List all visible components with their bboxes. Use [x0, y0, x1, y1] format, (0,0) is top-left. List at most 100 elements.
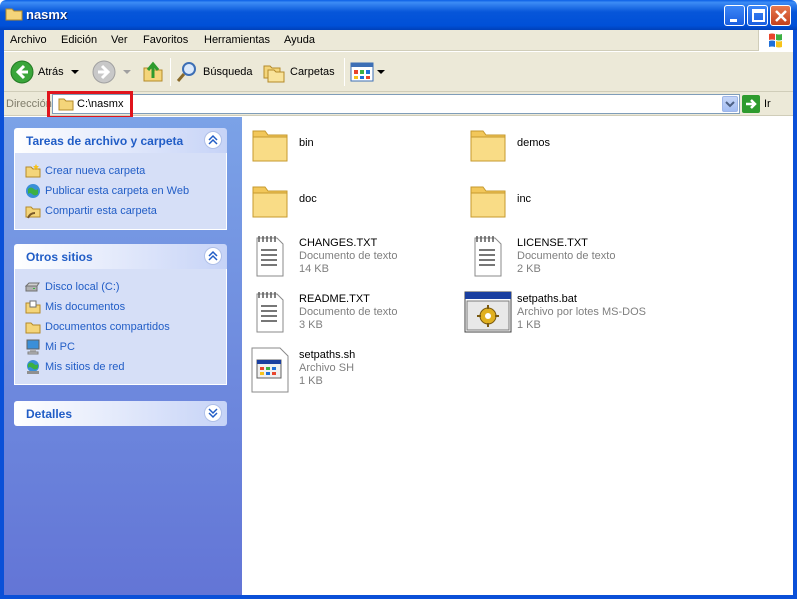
- my-documents-icon: [25, 300, 41, 314]
- text-document-icon: [256, 292, 284, 333]
- views-button[interactable]: [350, 52, 386, 92]
- details-panel: Detalles: [14, 401, 227, 426]
- menu-bar: Archivo Edición Ver Favoritos Herramient…: [4, 30, 793, 51]
- folder-icon: [470, 186, 506, 218]
- back-label: Atrás: [38, 66, 64, 78]
- generic-file-icon: [251, 347, 289, 393]
- place-my-computer-label: Mi PC: [45, 341, 75, 353]
- menu-edicion[interactable]: Edición: [61, 34, 97, 46]
- menu-archivo[interactable]: Archivo: [10, 34, 47, 46]
- window-frame-bottom: [0, 595, 797, 599]
- chevron-down-icon: [725, 101, 735, 108]
- details-panel-header[interactable]: Detalles: [14, 401, 227, 426]
- chevron-down-icon[interactable]: [376, 68, 386, 76]
- folders-label: Carpetas: [290, 66, 335, 78]
- menu-ver[interactable]: Ver: [111, 34, 128, 46]
- back-button[interactable]: Atrás: [10, 52, 80, 92]
- place-my-computer[interactable]: Mi PC: [25, 337, 226, 357]
- place-network[interactable]: Mis sitios de red: [25, 357, 226, 377]
- folder-icon: [252, 130, 288, 162]
- tasks-panel-header[interactable]: Tareas de archivo y carpeta: [14, 128, 227, 153]
- address-dropdown-button[interactable]: [722, 96, 738, 112]
- search-button[interactable]: Búsqueda: [175, 52, 253, 92]
- go-button[interactable]: Ir: [742, 95, 771, 113]
- folder-icon: [5, 8, 23, 21]
- share-folder-icon: [25, 206, 41, 219]
- file-item[interactable]: setpaths.sh Archivo SH 1 KB: [251, 346, 355, 397]
- up-folder-button[interactable]: [141, 52, 165, 92]
- window-frame-right: [793, 30, 797, 599]
- file-item[interactable]: LICENSE.TXT Documento de texto 2 KB: [469, 234, 615, 283]
- menu-ayuda[interactable]: Ayuda: [284, 34, 315, 46]
- text-document-icon: [256, 236, 284, 277]
- collapse-icon[interactable]: [204, 131, 222, 149]
- task-share-folder[interactable]: Compartir esta carpeta: [25, 201, 226, 221]
- local-disk-icon: [25, 282, 40, 292]
- file-size: 3 KB: [299, 319, 323, 331]
- close-button[interactable]: [770, 5, 791, 26]
- text-document-icon: [474, 236, 502, 277]
- maximize-button[interactable]: [747, 5, 768, 26]
- publish-web-icon: [26, 184, 40, 198]
- title-bar[interactable]: nasmx: [0, 0, 797, 30]
- address-label: Dirección: [6, 98, 52, 110]
- file-item[interactable]: demos: [469, 123, 550, 168]
- place-my-documents[interactable]: Mis documentos: [25, 297, 226, 317]
- file-view: bin demos doc inc CHANGES.TXT Documento …: [242, 117, 793, 595]
- maximize-icon: [752, 9, 765, 22]
- forward-button[interactable]: [92, 52, 132, 92]
- folders-icon: [263, 65, 285, 83]
- details-panel-title: Detalles: [26, 407, 73, 421]
- place-local-disk[interactable]: Disco local (C:): [25, 277, 226, 297]
- menu-herramientas[interactable]: Herramientas: [204, 34, 270, 46]
- tasks-panel: Tareas de archivo y carpeta Crear nueva …: [14, 128, 227, 230]
- file-item[interactable]: README.TXT Documento de texto 3 KB: [251, 290, 397, 339]
- places-panel: Otros sitios Disco local (C:) Mis docume…: [14, 244, 227, 385]
- file-name: setpaths.bat: [517, 293, 577, 305]
- file-item[interactable]: inc: [469, 179, 531, 224]
- chevron-down-icon[interactable]: [70, 68, 80, 76]
- task-pane: Tareas de archivo y carpeta Crear nueva …: [4, 117, 242, 595]
- places-panel-header[interactable]: Otros sitios: [14, 244, 227, 269]
- place-my-documents-label: Mis documentos: [45, 301, 126, 313]
- menu-favoritos[interactable]: Favoritos: [143, 34, 188, 46]
- file-type: Archivo por lotes MS-DOS: [517, 306, 646, 318]
- search-label: Búsqueda: [203, 66, 253, 78]
- expand-icon[interactable]: [204, 404, 222, 422]
- task-publish-web[interactable]: Publicar esta carpeta en Web: [25, 181, 226, 201]
- tasks-panel-body: Crear nueva carpeta Publicar esta carpet…: [14, 153, 227, 230]
- file-type: Archivo SH: [299, 362, 355, 374]
- file-name: inc: [517, 193, 532, 205]
- search-icon: [176, 62, 196, 82]
- file-name: LICENSE.TXT: [517, 237, 588, 249]
- place-shared-documents-label: Documentos compartidos: [45, 321, 170, 333]
- chevron-down-icon[interactable]: [122, 68, 132, 76]
- file-name: demos: [517, 137, 551, 149]
- my-computer-icon: [26, 339, 40, 355]
- place-network-label: Mis sitios de red: [45, 361, 125, 373]
- toolbar: Atrás Búsqueda Carpetas: [4, 52, 793, 92]
- file-name: bin: [299, 137, 314, 149]
- file-name: README.TXT: [299, 293, 370, 305]
- network-places-icon: [27, 360, 39, 374]
- task-new-folder[interactable]: Crear nueva carpeta: [25, 161, 226, 181]
- file-name: setpaths.sh: [299, 349, 356, 361]
- batch-file-icon: [464, 291, 512, 333]
- shared-documents-icon: [25, 322, 41, 334]
- file-item[interactable]: doc: [251, 179, 317, 224]
- file-type: Documento de texto: [299, 306, 398, 318]
- address-input[interactable]: C:\nasmx: [52, 94, 740, 114]
- folders-button[interactable]: Carpetas: [262, 52, 335, 92]
- file-item[interactable]: setpaths.bat Archivo por lotes MS-DOS 1 …: [464, 290, 646, 337]
- file-item[interactable]: bin: [251, 123, 314, 168]
- back-arrow-icon: [10, 60, 34, 84]
- collapse-icon[interactable]: [204, 247, 222, 265]
- file-item[interactable]: CHANGES.TXT Documento de texto 14 KB: [251, 234, 397, 283]
- place-shared-documents[interactable]: Documentos compartidos: [25, 317, 226, 337]
- file-type: Documento de texto: [517, 250, 616, 262]
- up-folder-icon: [143, 61, 163, 82]
- window-title: nasmx: [26, 7, 68, 22]
- places-panel-body: Disco local (C:) Mis documentos Document…: [14, 269, 227, 385]
- minimize-button[interactable]: [724, 5, 745, 26]
- file-size: 1 KB: [299, 375, 323, 387]
